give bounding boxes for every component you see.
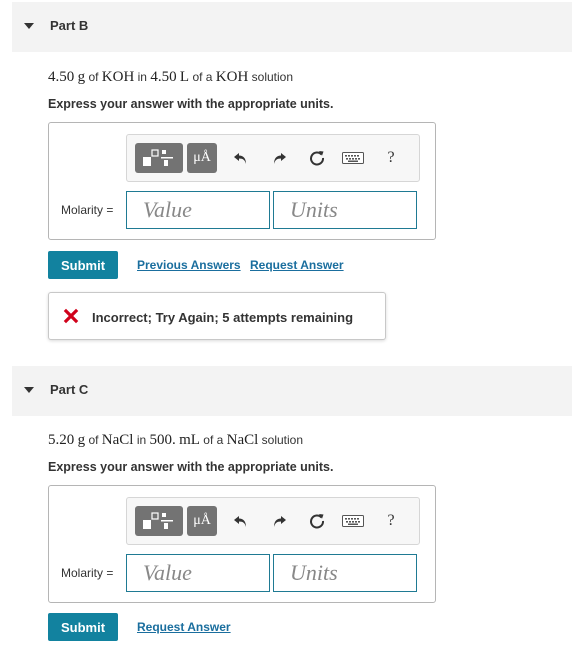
part-b-answer-box: μÅ ? Molarity = Value Units <box>48 122 436 240</box>
part-c-math-toolbar: μÅ ? <box>126 497 420 545</box>
keyboard-icon <box>342 515 364 527</box>
units-button[interactable]: μÅ <box>187 506 217 536</box>
undo-button[interactable] <box>229 143 253 173</box>
reset-icon <box>310 151 324 166</box>
units-icon: μÅ <box>193 150 211 165</box>
part-b-title: Part B <box>50 18 89 33</box>
undo-icon <box>234 516 246 527</box>
templates-button[interactable] <box>135 143 183 173</box>
caret-down-icon[interactable] <box>24 23 34 29</box>
part-b-molarity-label: Molarity = <box>61 203 114 217</box>
redo-icon <box>274 153 286 164</box>
templates-icon <box>143 512 173 529</box>
help-icon: ? <box>387 512 395 529</box>
redo-icon <box>274 516 286 527</box>
part-b-units-input[interactable]: Units <box>273 191 417 229</box>
units-icon: μÅ <box>193 513 211 528</box>
part-b-submit-button[interactable]: Submit <box>48 251 118 279</box>
part-c-molarity-label: Molarity = <box>61 566 114 580</box>
redo-button[interactable] <box>267 506 291 536</box>
feedback-box: Incorrect; Try Again; 5 attempts remaini… <box>48 292 386 340</box>
reset-button[interactable] <box>305 143 329 173</box>
help-icon: ? <box>387 149 395 166</box>
undo-icon <box>234 153 246 164</box>
part-c-submit-button[interactable]: Submit <box>48 613 118 641</box>
keyboard-button[interactable] <box>339 506 367 536</box>
undo-button[interactable] <box>229 506 253 536</box>
caret-down-icon[interactable] <box>24 387 34 393</box>
keyboard-button[interactable] <box>339 143 367 173</box>
part-c-instruction: Express your answer with the appropriate… <box>48 460 334 474</box>
part-b-request-answer-link[interactable]: Request Answer <box>250 258 344 272</box>
part-c-title: Part C <box>50 382 89 397</box>
part-c-request-answer-link[interactable]: Request Answer <box>137 620 231 634</box>
templates-button[interactable] <box>135 506 183 536</box>
error-x-icon <box>63 308 79 324</box>
part-b-math-toolbar: μÅ ? <box>126 134 420 182</box>
part-b-header[interactable]: Part B <box>12 2 572 52</box>
part-c-value-input[interactable]: Value <box>126 554 270 592</box>
redo-button[interactable] <box>267 143 291 173</box>
previous-answers-link[interactable]: Previous Answers <box>137 258 241 272</box>
part-c-answer-box: μÅ ? Molarity = Value Units <box>48 485 436 603</box>
reset-icon <box>310 514 324 529</box>
part-b-value-input[interactable]: Value <box>126 191 270 229</box>
units-button[interactable]: μÅ <box>187 143 217 173</box>
part-c-problem: 5.20 g of NaCl in 500. mL of a NaCl solu… <box>48 432 304 448</box>
keyboard-icon <box>342 152 364 164</box>
feedback-message: Incorrect; Try Again; 5 attempts remaini… <box>92 310 354 325</box>
templates-icon <box>143 149 173 166</box>
help-button[interactable]: ? <box>379 506 403 536</box>
reset-button[interactable] <box>305 506 329 536</box>
help-button[interactable]: ? <box>379 143 403 173</box>
part-c-header[interactable]: Part C <box>12 366 572 416</box>
part-c-units-input[interactable]: Units <box>273 554 417 592</box>
part-b-instruction: Express your answer with the appropriate… <box>48 97 334 111</box>
part-b-problem: 4.50 g of KOH in 4.50 L of a KOH solutio… <box>48 69 294 85</box>
